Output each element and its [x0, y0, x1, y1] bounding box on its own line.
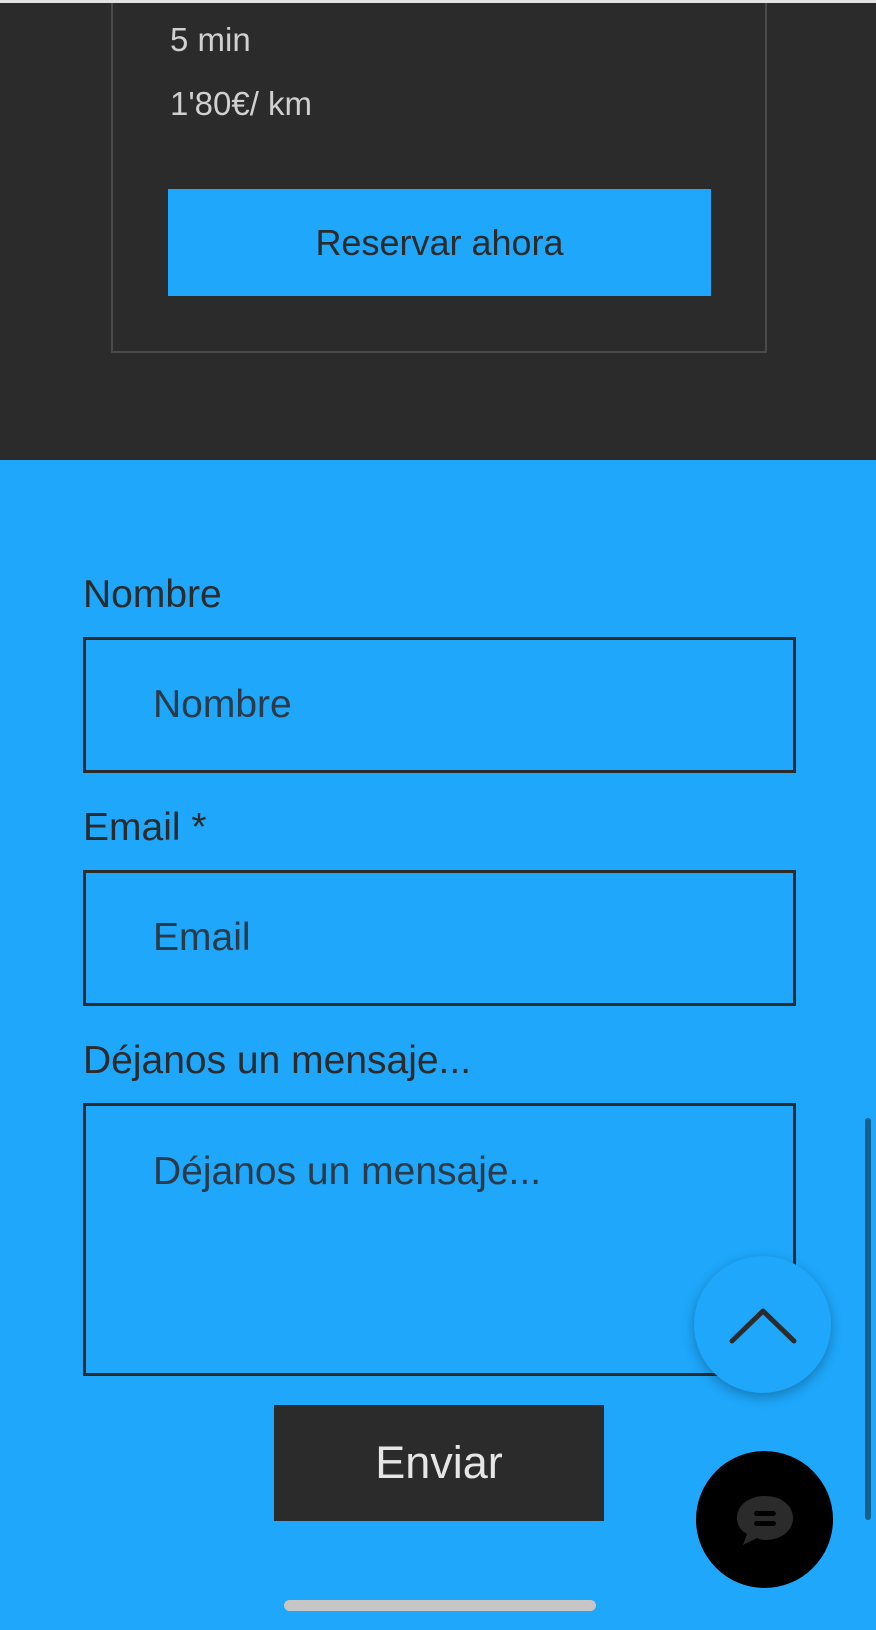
chat-button[interactable] — [696, 1451, 833, 1588]
email-field-label: Email * — [83, 806, 207, 849]
name-field[interactable] — [83, 637, 796, 773]
pricing-section: 5 min 1'80€/ km Reservar ahora — [0, 3, 876, 460]
email-field[interactable] — [83, 870, 796, 1006]
home-indicator[interactable] — [284, 1600, 596, 1611]
scroll-to-top-button[interactable] — [694, 1256, 831, 1393]
ride-duration: 5 min — [170, 21, 251, 58]
scrollbar[interactable] — [865, 1118, 871, 1520]
message-field-label: Déjanos un mensaje... — [83, 1039, 472, 1082]
chevron-up-icon — [729, 1308, 796, 1343]
name-field-label: Nombre — [83, 573, 222, 616]
reserve-now-button[interactable]: Reservar ahora — [168, 189, 711, 296]
price-per-km: 1'80€/ km — [170, 85, 313, 122]
submit-button[interactable]: Enviar — [274, 1405, 604, 1521]
chat-bubble-icon — [736, 1495, 793, 1545]
message-field[interactable] — [83, 1103, 796, 1376]
